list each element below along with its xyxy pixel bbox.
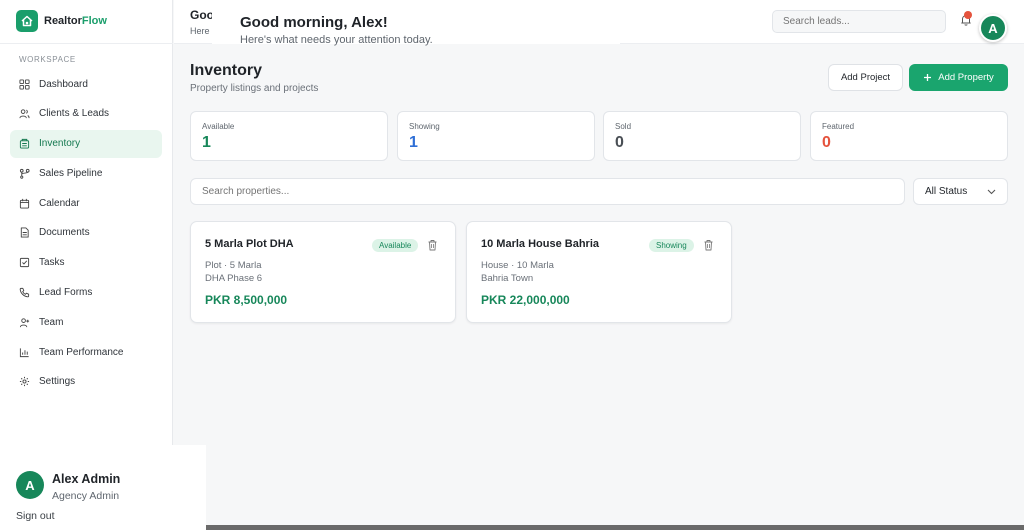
property-meta: House · 10 Marla — [481, 260, 554, 271]
bar-chart-icon — [19, 348, 29, 357]
app-root: RealtorFlow WORKSPACE Dashboard Clients … — [0, 0, 1024, 530]
calendar-icon — [19, 198, 30, 209]
brand-name-part: Realtor — [44, 15, 82, 27]
property-location: DHA Phase 6 — [205, 273, 263, 284]
brand-name: RealtorFlow — [44, 15, 107, 27]
button-label: Add Property — [938, 72, 994, 83]
user-role: Agency Admin — [52, 490, 120, 502]
sidebar-item-sales-pipeline[interactable]: Sales Pipeline — [10, 159, 162, 187]
sidebar-item-calendar[interactable]: Calendar — [10, 189, 162, 217]
stat-value: 0 — [822, 134, 831, 151]
stat-value: 0 — [615, 134, 624, 151]
checkbox-icon — [19, 258, 30, 268]
stat-label: Available — [202, 122, 235, 131]
grid-icon — [19, 78, 30, 90]
stat-value: 1 — [409, 134, 418, 151]
users-icon — [19, 109, 30, 119]
property-location: Bahria Town — [481, 273, 534, 284]
sidebar-item-dashboard[interactable]: Dashboard — [10, 70, 162, 98]
property-title: 5 Marla Plot DHA — [205, 238, 294, 250]
avatar[interactable]: A — [16, 471, 44, 499]
sidebar-item-label: Sales Pipeline — [39, 167, 103, 179]
stat-label: Featured — [822, 122, 855, 131]
brand[interactable]: RealtorFlow — [16, 10, 107, 32]
page-subtitle: Property listings and projects — [190, 83, 319, 94]
property-title: 10 Marla House Bahria — [481, 238, 599, 250]
stat-value: 1 — [202, 134, 211, 151]
status-badge: Available — [372, 239, 419, 252]
status-filter-value: All Status — [925, 186, 968, 197]
sidebar-item-clients-leads[interactable]: Clients & Leads — [10, 100, 162, 128]
search-properties-input[interactable] — [190, 178, 905, 205]
sidebar-item-label: Settings — [39, 376, 76, 388]
notification-badge — [964, 11, 972, 19]
section-label: WORKSPACE — [19, 55, 76, 64]
header-subtitle-clipped: Here — [190, 26, 210, 36]
add-project-button[interactable]: Add Project — [828, 64, 903, 91]
plus-icon — [924, 74, 932, 81]
sidebar-item-label: Tasks — [39, 257, 65, 269]
divider — [0, 43, 173, 44]
user-profile: A Alex Admin Agency Admin Sign out — [0, 445, 206, 530]
bottom-edge-strip — [206, 525, 1024, 530]
sidebar-item-label: Team — [39, 316, 64, 328]
sidebar-item-label: Calendar — [39, 197, 80, 209]
sidebar-item-tasks[interactable]: Tasks — [10, 249, 162, 277]
user-name: Alex Admin — [52, 472, 121, 486]
gear-icon — [19, 377, 30, 387]
property-card[interactable]: 5 Marla Plot DHA Available Plot · 5 Marl… — [190, 221, 456, 323]
sidebar-item-label: Lead Forms — [39, 287, 93, 299]
sign-out-link[interactable]: Sign out — [16, 510, 55, 522]
property-price: PKR 22,000,000 — [481, 293, 570, 307]
stat-label: Sold — [615, 122, 632, 131]
sidebar-nav: Dashboard Clients & Leads Inventory Sale… — [10, 70, 162, 398]
search-leads-input[interactable] — [772, 10, 946, 33]
trash-icon[interactable] — [427, 239, 438, 251]
sidebar-item-inventory[interactable]: Inventory — [10, 129, 162, 158]
sidebar-item-lead-forms[interactable]: Lead Forms — [10, 279, 162, 307]
greeting-card: Good morning, Alex! Here's what needs yo… — [212, 6, 620, 46]
building-icon — [19, 139, 30, 149]
add-property-button[interactable]: Add Property — [909, 64, 1008, 91]
sidebar-item-label: Inventory — [39, 138, 81, 150]
greeting-subtitle: Here's what needs your attention today. — [240, 34, 433, 46]
avatar[interactable]: A — [979, 14, 1007, 42]
sidebar-item-settings[interactable]: Settings — [10, 368, 162, 396]
stat-card-sold: Sold 0 — [603, 111, 801, 161]
user-plus-icon — [19, 318, 30, 328]
brand-name-accent: Flow — [81, 15, 107, 27]
stat-card-featured: Featured 0 — [810, 111, 1008, 161]
sidebar-item-label: Dashboard — [39, 78, 88, 90]
greeting-title: Good morning, Alex! — [240, 14, 388, 31]
trash-icon[interactable] — [703, 239, 714, 251]
page-title: Inventory — [190, 62, 263, 79]
sidebar-item-team[interactable]: Team — [10, 308, 162, 336]
status-filter-select[interactable]: All Status — [913, 178, 1008, 205]
stat-card-showing: Showing 1 — [397, 111, 595, 161]
sidebar-item-label: Team Performance — [39, 346, 124, 358]
sidebar-item-documents[interactable]: Documents — [10, 219, 162, 247]
property-price: PKR 8,500,000 — [205, 293, 288, 307]
button-label: Add Project — [840, 72, 891, 83]
property-card[interactable]: 10 Marla House Bahria Showing House · 10… — [466, 221, 732, 323]
sidebar-item-label: Clients & Leads — [39, 108, 110, 120]
house-logo-icon — [16, 10, 38, 32]
stat-card-available: Available 1 — [190, 111, 388, 161]
sidebar-item-label: Documents — [39, 227, 90, 239]
phone-icon — [19, 287, 30, 298]
property-meta: Plot · 5 Marla — [205, 260, 262, 271]
header-title-clipped: Goo — [190, 8, 214, 22]
sidebar-item-team-performance[interactable]: Team Performance — [10, 338, 162, 366]
status-badge: Showing — [649, 239, 694, 252]
topbar: Goo Here Good morning, Alex! Here's what… — [174, 0, 1024, 46]
chevron-down-icon — [987, 189, 996, 194]
document-icon — [20, 227, 29, 239]
stat-label: Showing — [409, 122, 440, 131]
pipeline-icon — [19, 168, 30, 179]
